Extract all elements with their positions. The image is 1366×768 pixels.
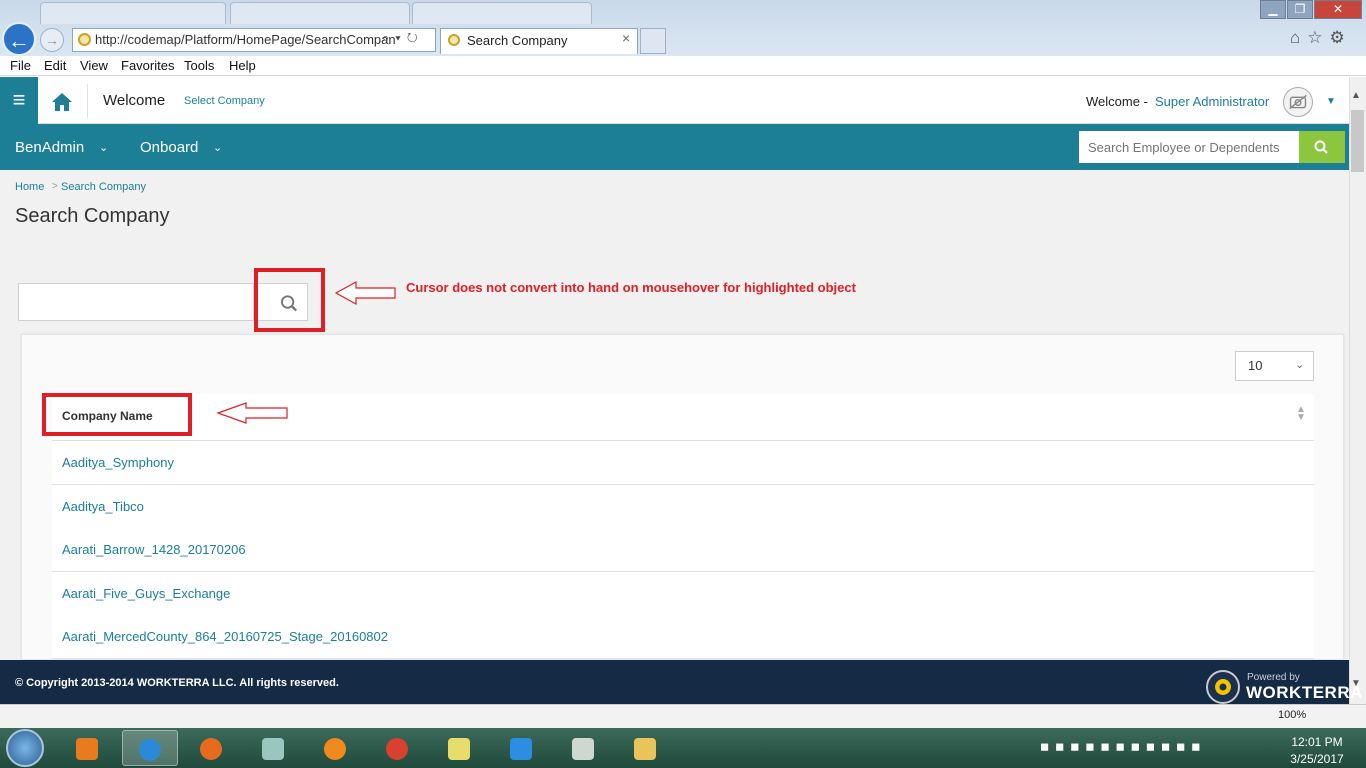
background-tab[interactable]: [40, 2, 226, 24]
new-tab-button[interactable]: [640, 28, 666, 54]
nav-onboard[interactable]: Onboard: [140, 139, 198, 156]
company-link[interactable]: Aarati_MercedCounty_864_20160725_Stage_2…: [62, 629, 388, 644]
breadcrumb-home[interactable]: Home: [15, 181, 44, 193]
taskbar-app-flame[interactable]: [308, 730, 364, 766]
onboard-chevron-down-icon[interactable]: ⌄: [213, 141, 222, 154]
close-window-button[interactable]: ✕: [1314, 0, 1362, 19]
site-favicon-icon: [78, 33, 91, 46]
maximize-button[interactable]: ❐: [1287, 0, 1313, 19]
menu-tools[interactable]: Tools: [184, 58, 214, 73]
highlight-box-header: [42, 393, 192, 436]
scroll-up-icon[interactable]: ▲: [1351, 90, 1361, 101]
company-link[interactable]: Aaditya_Symphony: [62, 455, 174, 470]
user-menu-chevron-down-icon[interactable]: ▼: [1326, 96, 1336, 107]
highlight-box-search: [254, 268, 325, 332]
taskbar-internet-explorer[interactable]: [122, 730, 178, 766]
taskbar-calculator[interactable]: [556, 730, 612, 766]
menu-favorites[interactable]: Favorites: [121, 58, 174, 73]
annotation-text: Cursor does not convert into hand on mou…: [406, 280, 856, 295]
taskbar-media-player[interactable]: [60, 730, 116, 766]
table-row[interactable]: Aarati_Five_Guys_Exchange: [52, 572, 1314, 616]
background-tab[interactable]: [412, 2, 592, 24]
tab-close-icon[interactable]: ×: [622, 30, 630, 46]
clock-date: 3/25/2017: [1290, 752, 1344, 766]
taskbar-app-z[interactable]: [494, 730, 550, 766]
tab-favicon-icon: [448, 34, 460, 46]
company-link[interactable]: Aarati_Barrow_1428_20170206: [62, 542, 246, 557]
taskbar-chrome[interactable]: [370, 730, 426, 766]
menu-file[interactable]: File: [10, 58, 31, 73]
start-button[interactable]: [6, 729, 44, 767]
zoom-level[interactable]: 100%: [1278, 709, 1306, 721]
table-row[interactable]: Aaditya_Tibco: [52, 485, 1314, 529]
welcome-title: Welcome: [103, 92, 166, 109]
company-link[interactable]: Aaditya_Tibco: [62, 499, 144, 514]
breadcrumb-separator: >: [52, 181, 58, 192]
table-row[interactable]: Aaditya_Symphony: [52, 441, 1314, 485]
taskbar-firefox[interactable]: [184, 730, 240, 766]
select-company-link[interactable]: Select Company: [184, 95, 265, 107]
table-row[interactable]: Aarati_Barrow_1428_20170206: [52, 528, 1314, 572]
home-icon[interactable]: [48, 88, 76, 116]
taskbar-file-explorer[interactable]: [618, 730, 674, 766]
workterra-logo-icon: [1206, 670, 1240, 704]
address-tools[interactable]: ⌕▾↻: [382, 30, 424, 46]
employee-search-input[interactable]: [1079, 131, 1299, 163]
header-divider: [87, 84, 88, 118]
table-row[interactable]: Aarati_MercedCounty_864_20160725_Stage_2…: [52, 615, 1314, 659]
avatar[interactable]: [1283, 87, 1313, 117]
company-link[interactable]: Aarati_Five_Guys_Exchange: [62, 586, 230, 601]
sort-icon[interactable]: ▲ ▼: [1296, 405, 1306, 423]
window-controls: ▁ ❐ ✕: [1260, 0, 1366, 20]
company-search-input[interactable]: [18, 283, 254, 321]
menu-help[interactable]: Help: [229, 58, 256, 73]
annotation-arrow-icon: [216, 402, 288, 424]
browser-status-bar: [0, 704, 1366, 728]
page-size-chevron-down-icon[interactable]: ⌄: [1295, 358, 1304, 371]
copyright-text: © Copyright 2013-2014 WORKTERRA LLC. All…: [15, 677, 339, 689]
brand-logo-text: WORKTERRA: [1246, 683, 1363, 702]
menu-bar: File Edit View Favorites Tools Help: [0, 56, 1366, 76]
active-tab[interactable]: Search Company: [440, 28, 638, 54]
benadmin-chevron-down-icon[interactable]: ⌄: [99, 141, 108, 154]
system-tray-icons[interactable]: ◼◼◼◼◼◼◼◼◼◼◼: [1040, 740, 1206, 753]
welcome-user-prefix: Welcome -: [1086, 94, 1148, 109]
forward-button[interactable]: →: [40, 28, 64, 52]
minimize-button[interactable]: ▁: [1260, 0, 1286, 19]
employee-search-button[interactable]: [1299, 131, 1345, 163]
taskbar-sticky-notes[interactable]: [432, 730, 488, 766]
back-button[interactable]: ←: [2, 22, 36, 56]
hamburger-menu-icon[interactable]: ≡: [0, 77, 38, 124]
user-name-link[interactable]: Super Administrator: [1155, 94, 1269, 109]
browser-toolbar-icons[interactable]: ⌂☆⚙: [1290, 28, 1352, 48]
breadcrumb-current[interactable]: Search Company: [61, 181, 146, 193]
powered-by-label: Powered by: [1247, 672, 1300, 683]
annotation-arrow-icon: [334, 280, 396, 306]
nav-benadmin[interactable]: BenAdmin: [15, 139, 84, 156]
taskbar-notes[interactable]: [246, 730, 302, 766]
scrollbar-thumb[interactable]: [1351, 110, 1364, 172]
menu-view[interactable]: View: [80, 58, 108, 73]
menu-edit[interactable]: Edit: [44, 58, 66, 73]
page-title: Search Company: [15, 205, 170, 227]
background-tab[interactable]: [230, 2, 410, 24]
system-clock[interactable]: 12:01 PM 3/25/2017: [1287, 734, 1347, 768]
clock-time: 12:01 PM: [1291, 735, 1343, 749]
